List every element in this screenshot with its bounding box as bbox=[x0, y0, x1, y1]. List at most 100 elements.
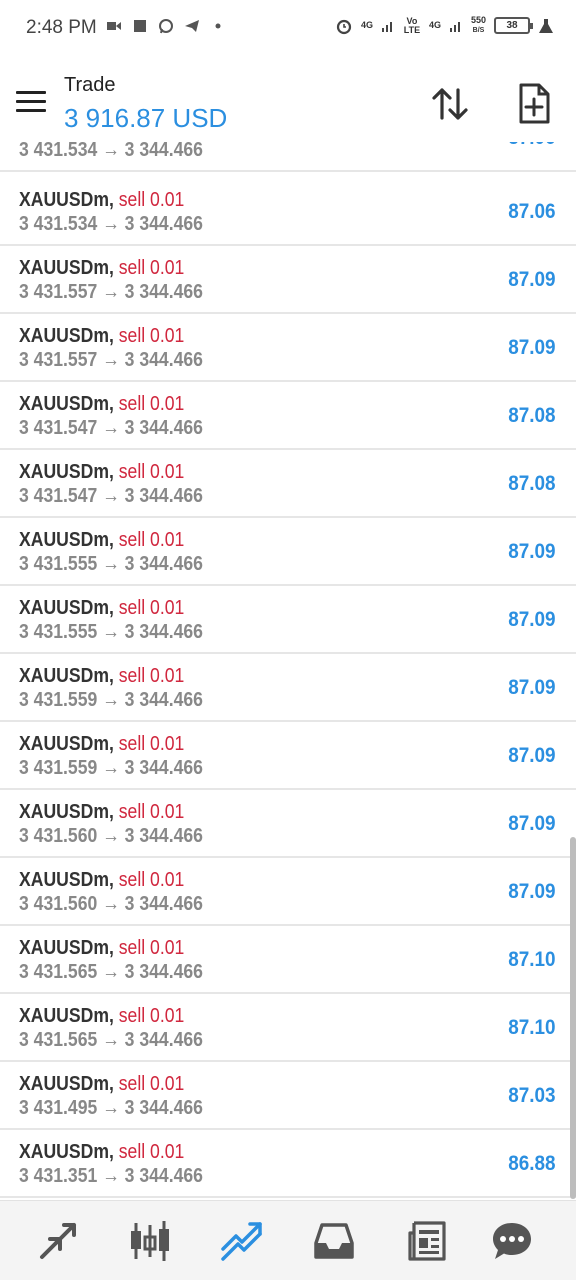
position-prices: 3 431.547 → 3 344.466 bbox=[19, 485, 203, 507]
position-profit: 87.09 bbox=[508, 608, 556, 631]
position-profit: 87.08 bbox=[508, 404, 556, 427]
video-icon bbox=[107, 22, 121, 30]
position-prices: 3 431.534 → 3 344.466 bbox=[19, 213, 203, 235]
position-side: sell 0.01 bbox=[118, 461, 185, 483]
position-profit: 87.09 bbox=[508, 540, 556, 563]
account-balance: 3 916.87 USD bbox=[64, 103, 228, 133]
position-side: sell 0.01 bbox=[118, 189, 185, 211]
position-row[interactable]: 3 431.534 → 3 344.466 87.06 bbox=[0, 142, 576, 172]
position-row[interactable]: XAUUSDm, sell 0.01 3 431.495 → 3 344.466… bbox=[0, 1062, 576, 1130]
position-symbol: XAUUSDm, bbox=[19, 1141, 114, 1163]
stop-icon bbox=[134, 20, 146, 32]
position-row[interactable]: XAUUSDm, sell 0.01 3 431.560 → 3 344.466… bbox=[0, 858, 576, 926]
battery-icon: 38 bbox=[494, 17, 533, 34]
position-row[interactable]: XAUUSDm, sell 0.01 3 431.560 → 3 344.466… bbox=[0, 790, 576, 858]
signal-icon-2 bbox=[449, 21, 460, 32]
alarm-icon bbox=[336, 19, 352, 34]
position-symbol: XAUUSDm, bbox=[19, 869, 114, 891]
position-symbol: XAUUSDm, bbox=[19, 1073, 114, 1095]
position-symbol: XAUUSDm, bbox=[19, 665, 114, 687]
position-prices: 3 431.560 → 3 344.466 bbox=[19, 825, 203, 847]
position-symbol: XAUUSDm, bbox=[19, 189, 114, 211]
dot-icon bbox=[215, 23, 221, 29]
position-row[interactable]: XAUUSDm, sell 0.01 3 431.547 → 3 344.466… bbox=[0, 450, 576, 518]
position-prices: 3 431.351 → 3 344.466 bbox=[19, 1165, 203, 1187]
position-profit: 87.10 bbox=[508, 948, 556, 971]
position-side: sell 0.01 bbox=[118, 257, 185, 279]
position-row[interactable]: XAUUSDm, sell 0.01 3 431.565 → 3 344.466… bbox=[0, 994, 576, 1062]
quotes-icon[interactable] bbox=[36, 1219, 80, 1263]
chart-icon[interactable] bbox=[128, 1219, 172, 1263]
position-side: sell 0.01 bbox=[118, 801, 185, 823]
position-side: sell 0.01 bbox=[118, 393, 185, 415]
position-side: sell 0.01 bbox=[118, 937, 185, 959]
position-side: sell 0.01 bbox=[118, 1141, 185, 1163]
menu-icon-bar bbox=[16, 109, 46, 112]
position-prices: 3 431.555 → 3 344.466 bbox=[19, 553, 203, 575]
position-prices: 3 431.557 → 3 344.466 bbox=[19, 281, 203, 303]
position-row[interactable]: XAUUSDm, sell 0.01 3 431.555 → 3 344.466… bbox=[0, 518, 576, 586]
history-icon[interactable] bbox=[312, 1219, 356, 1263]
app-header: Trade 3 916.87 USD bbox=[0, 58, 576, 142]
data-speed: 550 B/S bbox=[470, 15, 486, 35]
menu-icon-bar bbox=[16, 91, 46, 94]
position-side: sell 0.01 bbox=[118, 597, 185, 619]
position-symbol: XAUUSDm, bbox=[19, 257, 114, 279]
position-prices: 3 431.534 → 3 344.466 bbox=[19, 142, 203, 161]
position-symbol: XAUUSDm, bbox=[19, 597, 114, 619]
position-row[interactable]: XAUUSDm, sell 0.01 3 431.555 → 3 344.466… bbox=[0, 586, 576, 654]
sort-icon[interactable] bbox=[430, 84, 470, 124]
new-order-icon[interactable] bbox=[515, 82, 553, 126]
position-symbol: XAUUSDm, bbox=[19, 393, 114, 415]
position-prices: 3 431.565 → 3 344.466 bbox=[19, 961, 203, 983]
position-profit: 87.09 bbox=[508, 676, 556, 699]
position-profit: 87.08 bbox=[508, 472, 556, 495]
position-profit: 87.09 bbox=[508, 880, 556, 903]
position-side: sell 0.01 bbox=[118, 733, 185, 755]
bottom-nav bbox=[0, 1200, 576, 1280]
position-symbol: XAUUSDm, bbox=[19, 325, 114, 347]
position-profit: 87.09 bbox=[508, 268, 556, 291]
position-row[interactable]: XAUUSDm, sell 0.01 3 431.351 → 3 344.466… bbox=[0, 1130, 576, 1198]
position-symbol: XAUUSDm, bbox=[19, 801, 114, 823]
position-row[interactable]: XAUUSDm, sell 0.01 3 431.557 → 3 344.466… bbox=[0, 314, 576, 382]
position-side: sell 0.01 bbox=[118, 1005, 185, 1027]
position-side: sell 0.01 bbox=[118, 869, 185, 891]
position-profit: 87.09 bbox=[508, 744, 556, 767]
scrollbar[interactable] bbox=[570, 837, 576, 1199]
position-symbol: XAUUSDm, bbox=[19, 733, 114, 755]
position-symbol: XAUUSDm, bbox=[19, 461, 114, 483]
position-symbol: XAUUSDm, bbox=[19, 529, 114, 551]
position-prices: 3 431.557 → 3 344.466 bbox=[19, 349, 203, 371]
page-title: Trade bbox=[64, 74, 116, 96]
status-time: 2:48 PM bbox=[26, 17, 97, 38]
messages-icon[interactable] bbox=[490, 1219, 534, 1263]
trade-icon[interactable] bbox=[220, 1219, 264, 1263]
flask-icon bbox=[539, 18, 553, 33]
position-profit: 87.09 bbox=[508, 336, 556, 359]
position-symbol: XAUUSDm, bbox=[19, 1005, 114, 1027]
network-type-1: 4G bbox=[360, 20, 373, 30]
news-icon[interactable] bbox=[404, 1219, 448, 1263]
position-row[interactable]: XAUUSDm, sell 0.01 3 431.559 → 3 344.466… bbox=[0, 654, 576, 722]
menu-icon-bar bbox=[16, 100, 46, 103]
telegram-icon bbox=[185, 20, 199, 32]
menu-button[interactable] bbox=[16, 91, 46, 113]
position-row[interactable]: XAUUSDm, sell 0.01 3 431.565 → 3 344.466… bbox=[0, 926, 576, 994]
position-prices: 3 431.495 → 3 344.466 bbox=[19, 1097, 203, 1119]
position-prices: 3 431.547 → 3 344.466 bbox=[19, 417, 203, 439]
notification-icons bbox=[106, 18, 226, 34]
position-side: sell 0.01 bbox=[118, 529, 185, 551]
position-row[interactable]: XAUUSDm, sell 0.01 3 431.559 → 3 344.466… bbox=[0, 722, 576, 790]
position-symbol: XAUUSDm, bbox=[19, 937, 114, 959]
position-side: sell 0.01 bbox=[118, 325, 185, 347]
position-row[interactable]: XAUUSDm, sell 0.01 3 431.534 → 3 344.466… bbox=[0, 178, 576, 246]
positions-list[interactable]: 3 431.534 → 3 344.466 87.06 XAUUSDm, sel… bbox=[0, 142, 576, 1200]
signal-icon-1 bbox=[381, 21, 392, 32]
position-side: sell 0.01 bbox=[118, 1073, 185, 1095]
position-row[interactable]: XAUUSDm, sell 0.01 3 431.557 → 3 344.466… bbox=[0, 246, 576, 314]
position-prices: 3 431.559 → 3 344.466 bbox=[19, 757, 203, 779]
volte-label: Vo LTE bbox=[403, 15, 421, 35]
position-row[interactable]: XAUUSDm, sell 0.01 3 431.547 → 3 344.466… bbox=[0, 382, 576, 450]
system-icons: 4G Vo LTE 4G 550 B/S 38 bbox=[335, 16, 554, 35]
